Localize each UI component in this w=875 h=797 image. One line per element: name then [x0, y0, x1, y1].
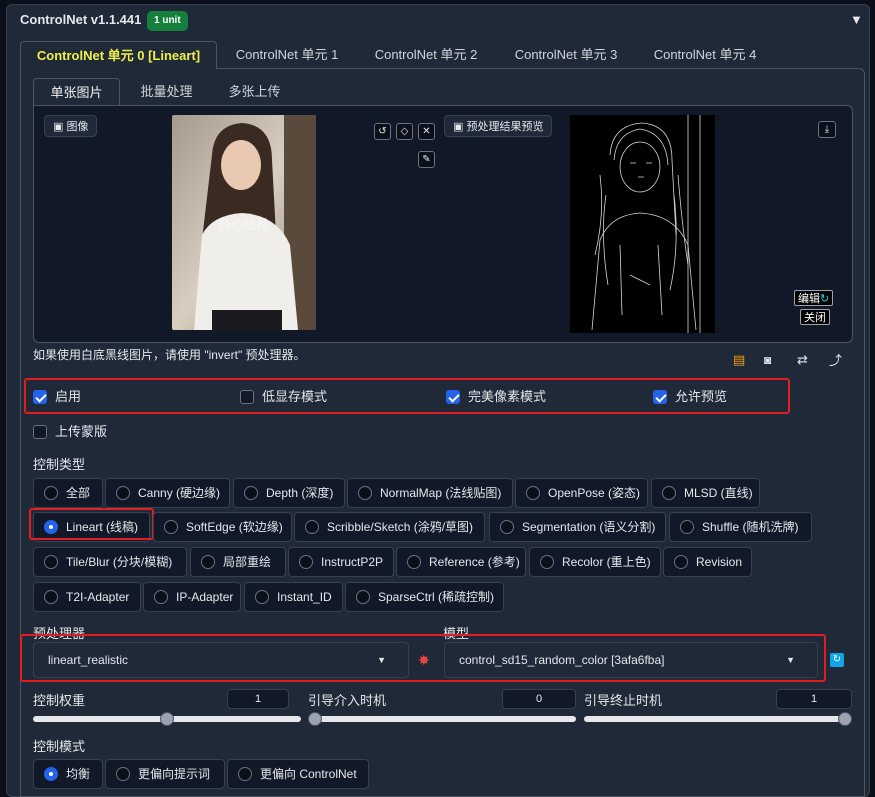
- control-type-revision[interactable]: Revision: [663, 547, 752, 577]
- control-type-openpose[interactable]: OpenPose (姿态): [515, 478, 648, 508]
- control-mode-prompt[interactable]: 更偏向提示词: [105, 759, 225, 789]
- guidance-end-label: 引导终止时机: [584, 693, 663, 708]
- tab-single-image[interactable]: 单张图片: [33, 78, 120, 105]
- model-select[interactable]: control_sd15_random_color [3afa6fba] ▼: [444, 642, 818, 678]
- unit-badge: 1 unit: [147, 11, 188, 31]
- lineart-preview-graphic: [591, 115, 701, 333]
- edit-button[interactable]: 编辑↻: [794, 290, 834, 306]
- close-button[interactable]: 关闭: [800, 309, 830, 325]
- tab-multi-upload[interactable]: 多张上传: [212, 78, 297, 105]
- refresh-icon: ↻: [820, 293, 830, 305]
- control-weight-label: 控制权重: [33, 693, 86, 708]
- control-type-shuffle[interactable]: Shuffle (随机洗牌): [669, 512, 812, 542]
- guidance-start-slider[interactable]: [308, 716, 576, 722]
- control-type-segmentation[interactable]: Segmentation (语义分割): [489, 512, 666, 542]
- preview-label-chip: ▣ 预处理结果预览: [444, 115, 553, 137]
- control-type-normalmap[interactable]: NormalMap (法线贴图): [347, 478, 513, 508]
- upload-mask-check[interactable]: [33, 424, 47, 439]
- pixel-perfect-check[interactable]: [446, 389, 460, 404]
- guidance-start-input[interactable]: 0: [502, 689, 576, 709]
- control-type-ip-adapter[interactable]: IP-Adapter: [143, 582, 241, 612]
- invert-hint: 如果使用白底黑线图片，请使用 "invert" 预处理器。: [33, 348, 306, 362]
- image-icon: ▣: [53, 121, 67, 133]
- control-type-t2i-adapter[interactable]: T2I-Adapter: [33, 582, 141, 612]
- control-type-recolor[interactable]: Recolor (重上色): [529, 547, 661, 577]
- control-type-reference[interactable]: Reference (参考): [396, 547, 526, 577]
- eraser-icon[interactable]: ◇: [396, 123, 413, 140]
- control-type-sparsectrl[interactable]: SparseCtrl (稀疏控制): [345, 582, 504, 612]
- control-type-all[interactable]: 全部: [33, 478, 103, 508]
- undo-icon[interactable]: ↺: [374, 123, 391, 140]
- tab-batch[interactable]: 批量处理: [124, 78, 209, 105]
- control-type-mlsd[interactable]: MLSD (直线): [651, 478, 760, 508]
- guidance-start-thumb[interactable]: [308, 712, 322, 726]
- tab-unit-0[interactable]: ControlNet 单元 0 [Lineart]: [20, 41, 217, 69]
- close-icon[interactable]: ✕: [418, 123, 435, 140]
- low-vram-checkbox[interactable]: 低显存模式: [240, 386, 327, 406]
- highlight-lineart: [29, 508, 154, 540]
- guidance-end-thumb[interactable]: [838, 712, 852, 726]
- tab-unit-2[interactable]: ControlNet 单元 2: [360, 41, 492, 69]
- guidance-end-slider[interactable]: [584, 716, 852, 722]
- chevron-down-icon: ▼: [786, 655, 795, 665]
- preprocess-preview: [570, 115, 715, 333]
- low-vram-check[interactable]: [240, 389, 254, 404]
- control-type-tile[interactable]: Tile/Blur (分块/模糊): [33, 547, 187, 577]
- image-area: [33, 105, 853, 343]
- control-type-depth[interactable]: Depth (深度): [233, 478, 345, 508]
- watermark-text: 开心绘绘: [218, 217, 271, 232]
- control-type-inpaint[interactable]: 局部重绘: [190, 547, 286, 577]
- enable-check[interactable]: [33, 389, 47, 404]
- control-mode-label: 控制模式: [33, 739, 86, 754]
- refresh-models-icon[interactable]: ↻: [830, 653, 844, 667]
- tab-unit-1[interactable]: ControlNet 单元 1: [222, 41, 352, 69]
- allow-preview-checkbox[interactable]: 允许预览: [653, 386, 727, 406]
- control-type-instructp2p[interactable]: InstructP2P: [288, 547, 394, 577]
- control-type-label: 控制类型: [33, 457, 86, 472]
- preprocessor-select[interactable]: lineart_realistic ▼: [33, 642, 409, 678]
- panel-title: ControlNet v1.1.441: [20, 12, 142, 27]
- image-label-chip: ▣ 图像: [44, 115, 98, 137]
- control-type-canny[interactable]: Canny (硬边缘): [105, 478, 230, 508]
- control-mode-controlnet[interactable]: 更偏向 ControlNet: [227, 759, 369, 789]
- tab-unit-4[interactable]: ControlNet 单元 4: [640, 41, 770, 69]
- upload-mask-checkbox[interactable]: 上传蒙版: [33, 421, 107, 441]
- new-canvas-icon[interactable]: ▤: [733, 352, 745, 368]
- swap-icon[interactable]: ⇄: [797, 352, 808, 368]
- control-type-scribble[interactable]: Scribble/Sketch (涂鸦/草图): [294, 512, 485, 542]
- pixel-perfect-checkbox[interactable]: 完美像素模式: [446, 386, 546, 406]
- collapse-triangle-icon[interactable]: ▼: [850, 12, 863, 27]
- control-type-instant-id[interactable]: Instant_ID: [244, 582, 343, 612]
- control-mode-balanced[interactable]: 均衡: [33, 759, 103, 789]
- send-dimensions-icon[interactable]: ⤴: [829, 350, 842, 369]
- control-weight-input[interactable]: 1: [227, 689, 289, 709]
- run-preprocessor-icon[interactable]: ✸: [418, 652, 430, 669]
- guidance-end-input[interactable]: 1: [776, 689, 852, 709]
- tab-unit-3[interactable]: ControlNet 单元 3: [500, 41, 632, 69]
- camera-icon[interactable]: ◙: [764, 353, 771, 367]
- download-icon[interactable]: ⤓: [818, 121, 836, 138]
- brush-icon[interactable]: ✎: [418, 151, 435, 168]
- chevron-down-icon: ▼: [377, 655, 386, 665]
- control-weight-thumb[interactable]: [160, 712, 174, 726]
- image-icon: ▣: [453, 121, 467, 133]
- enable-checkbox[interactable]: 启用: [33, 386, 81, 406]
- allow-preview-check[interactable]: [653, 389, 667, 404]
- control-type-softedge[interactable]: SoftEdge (软边缘): [153, 512, 292, 542]
- guidance-start-label: 引导介入时机: [308, 693, 387, 708]
